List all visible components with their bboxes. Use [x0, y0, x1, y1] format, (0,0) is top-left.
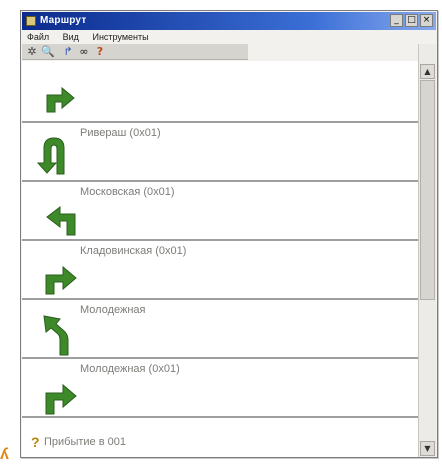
minimize-button[interactable]: _ [390, 14, 403, 27]
list-item[interactable] [22, 61, 418, 123]
step-label: Молодежная (0x01) [80, 363, 180, 375]
title-bar[interactable]: Маршрут _ □ × [22, 12, 436, 30]
scroll-thumb[interactable] [420, 80, 435, 300]
list-item[interactable]: ? Прибытие в 001 [22, 418, 418, 457]
list-item[interactable]: Молодежная [22, 300, 418, 359]
corner-marker: ʎ [0, 446, 9, 463]
app-icon [26, 16, 36, 26]
step-label: Ривераш (0x01) [80, 127, 161, 139]
scroll-down-button[interactable]: ▼ [420, 441, 435, 456]
turn-left-arrow-icon [46, 205, 76, 236]
scroll-up-button[interactable]: ▲ [420, 64, 435, 79]
list-item[interactable]: Молодежная (0x01) [22, 359, 418, 418]
turn-right-arrow-icon [45, 383, 77, 415]
list-item[interactable]: Кладовинская (0x01) [22, 241, 418, 300]
flag-icon: ? [31, 434, 40, 450]
menu-bar: Файл Вид Инструменты [22, 31, 436, 44]
zoom-icon[interactable]: 🔍 [41, 45, 55, 59]
menu-tools[interactable]: Инструменты [87, 31, 154, 44]
link-icon[interactable]: ∞ [77, 45, 91, 59]
route-list[interactable]: Ривераш (0x01) Московская (0x01) Кладови… [22, 61, 418, 457]
help-icon[interactable]: ? [93, 45, 107, 59]
turn-right-arrow-icon [45, 265, 77, 295]
menu-file[interactable]: Файл [22, 31, 55, 44]
arrival-label: Прибытие в 001 [44, 436, 126, 448]
list-item[interactable]: Ривераш (0x01) [22, 123, 418, 182]
pin-icon[interactable]: ✲ [25, 45, 39, 59]
vertical-scrollbar[interactable]: ▲ ▼ [418, 44, 436, 457]
turn-right-arrow-icon [46, 86, 75, 113]
step-label: Молодежная [80, 304, 146, 316]
menu-view[interactable]: Вид [58, 31, 85, 44]
list-item[interactable]: Московская (0x01) [22, 182, 418, 241]
turn-arrow-icon[interactable]: ↱ [61, 45, 75, 59]
window-title: Маршрут [40, 15, 87, 26]
toolbar: ✲ 🔍 ↱ ∞ ? [22, 44, 248, 60]
step-label: Кладовинская (0x01) [80, 245, 187, 257]
maximize-button[interactable]: □ [405, 14, 418, 27]
bear-left-arrow-icon [43, 315, 69, 356]
step-label: Московская (0x01) [80, 186, 175, 198]
close-button[interactable]: × [420, 14, 433, 27]
u-turn-arrow-icon [36, 137, 65, 175]
window-controls: _ □ × [390, 14, 433, 27]
route-window: Маршрут _ □ × Файл Вид Инструменты ✲ 🔍 ↱… [20, 10, 438, 458]
